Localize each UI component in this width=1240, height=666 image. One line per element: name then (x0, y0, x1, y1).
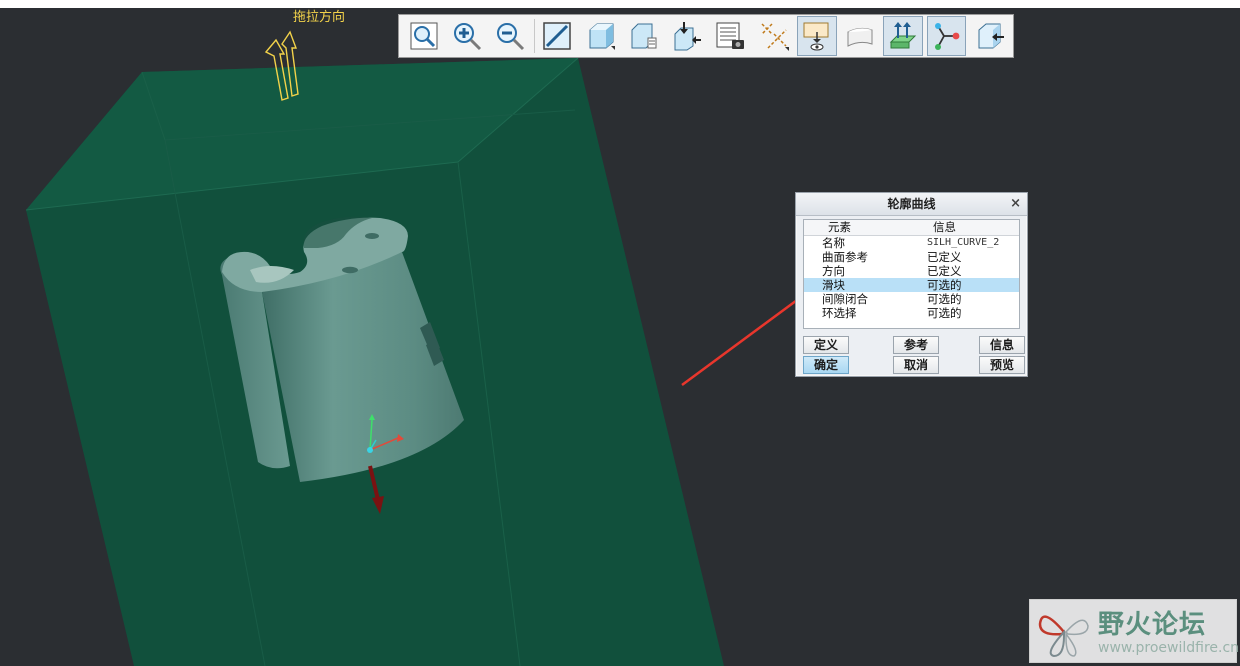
refit-icon (543, 22, 572, 50)
column-info: 信息 (933, 220, 956, 234)
element-list[interactable]: 元素 信息 名称 SILH_CURVE_2 曲面参考 已定义 方向 已定义 滑块… (803, 219, 1020, 329)
list-row-gap-closure[interactable]: 间隙闭合 可选的 (804, 292, 1019, 306)
refit-button[interactable] (538, 16, 578, 56)
model-viewport[interactable] (0, 0, 1240, 666)
list-row-slider[interactable]: 滑块 可选的 (804, 278, 1019, 292)
list-row-surface-refs[interactable]: 曲面参考 已定义 (804, 250, 1019, 264)
toolbar-separator (533, 19, 535, 53)
watermark-url: www.proewildfire.cn (1098, 640, 1240, 656)
row-element: 名称 (822, 236, 845, 250)
list-row-name[interactable]: 名称 SILH_CURVE_2 (804, 236, 1019, 250)
drag-direction-label: 拖拉方向 (293, 10, 346, 25)
zoom-out-button[interactable] (490, 16, 530, 56)
row-element: 曲面参考 (822, 250, 868, 264)
silhouette-curve-dialog: 轮廓曲线 × 元素 信息 名称 SILH_CURVE_2 曲面参考 已定义 方向… (795, 192, 1028, 377)
saved-views-button[interactable] (624, 16, 664, 56)
view-manager-icon (716, 22, 745, 49)
pull-direction-icon (889, 22, 917, 49)
datum-display-icon (761, 23, 789, 51)
close-icon[interactable]: × (1010, 193, 1021, 215)
define-button[interactable]: 定义 (803, 336, 849, 354)
zoom-in-icon (454, 23, 482, 51)
pull-direction-button[interactable] (883, 16, 924, 56)
watermark-title: 野火论坛 (1098, 610, 1207, 640)
row-info: 可选的 (927, 292, 962, 306)
connect-points-button[interactable] (926, 16, 967, 56)
preview-button[interactable]: 预览 (979, 356, 1025, 374)
row-info: 已定义 (927, 250, 962, 264)
connect-points-icon (935, 23, 960, 50)
zoom-window-icon (410, 22, 438, 50)
column-element: 元素 (828, 220, 851, 234)
row-element: 环选择 (822, 306, 857, 320)
annotation-plane-button[interactable] (970, 16, 1010, 56)
datum-display-button[interactable] (754, 16, 794, 56)
list-row-loop-selection[interactable]: 环选择 可选的 (804, 306, 1019, 320)
list-header: 元素 信息 (804, 220, 1019, 236)
surface-display-icon (847, 27, 873, 47)
forum-watermark: 野火论坛 www.proewildfire.cn (1029, 599, 1240, 663)
display-filter-button[interactable] (796, 16, 837, 56)
surface-display-button[interactable] (840, 16, 880, 56)
row-info: 已定义 (927, 264, 962, 278)
shading-icon (589, 23, 615, 50)
dialog-titlebar[interactable]: 轮廓曲线 × (796, 193, 1027, 216)
row-info: 可选的 (927, 306, 962, 320)
saved-views-icon (631, 23, 657, 49)
view-toolbar (398, 14, 1014, 58)
shading-button[interactable] (581, 16, 621, 56)
info-button[interactable]: 信息 (979, 336, 1025, 354)
row-info: 可选的 (927, 278, 962, 292)
zoom-in-button[interactable] (447, 16, 487, 56)
cancel-button[interactable]: 取消 (893, 356, 939, 374)
row-element: 间隙闭合 (822, 292, 868, 306)
annotation-plane-icon (978, 23, 1004, 49)
row-element: 滑块 (822, 278, 845, 292)
display-filter-icon (803, 22, 829, 51)
dialog-title: 轮廓曲线 (887, 197, 936, 211)
reorient-button[interactable] (667, 16, 707, 56)
reorient-icon (674, 22, 702, 51)
refs-button[interactable]: 参考 (893, 336, 939, 354)
zoom-out-icon (497, 23, 525, 51)
butterfly-logo-icon (1038, 615, 1089, 658)
zoom-window-button[interactable] (404, 16, 444, 56)
view-manager-button[interactable] (711, 16, 751, 56)
row-element: 方向 (822, 264, 845, 278)
ok-button[interactable]: 确定 (803, 356, 849, 374)
list-row-direction[interactable]: 方向 已定义 (804, 264, 1019, 278)
row-info: SILH_CURVE_2 (927, 237, 1000, 248)
